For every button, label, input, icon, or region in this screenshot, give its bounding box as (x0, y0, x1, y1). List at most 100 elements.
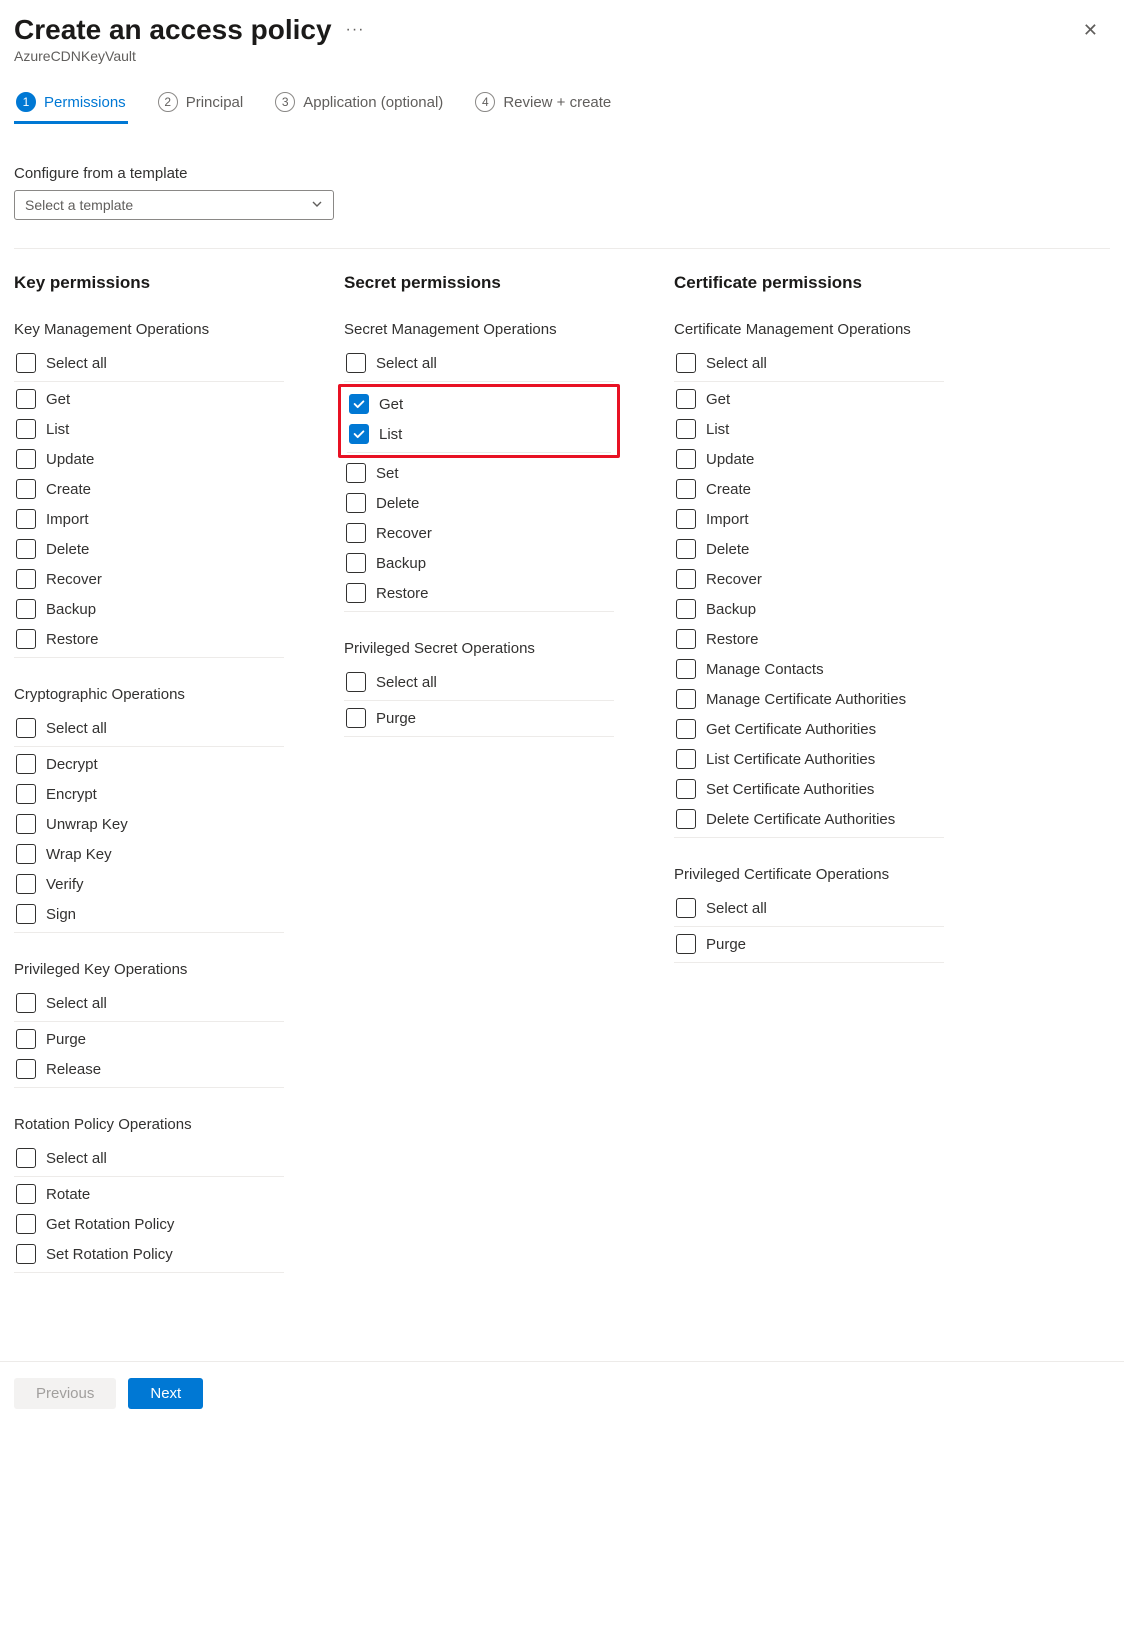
permission-set-rotation-policy[interactable]: Set Rotation Policy (14, 1239, 284, 1273)
checkbox-label: Delete (376, 495, 419, 512)
checkbox-label: Recover (46, 571, 102, 588)
template-select[interactable]: Select a template (14, 190, 334, 220)
permission-create[interactable]: Create (14, 474, 284, 504)
permission-recover[interactable]: Recover (674, 564, 944, 594)
permission-purge[interactable]: Purge (344, 703, 614, 737)
permission-get[interactable]: Get (674, 384, 944, 414)
select-all-checkbox[interactable]: Select all (14, 1143, 284, 1177)
select-all-checkbox[interactable]: Select all (344, 667, 614, 701)
checkbox-label: Select all (46, 355, 107, 372)
permission-get-certificate-authorities[interactable]: Get Certificate Authorities (674, 714, 944, 744)
permission-import[interactable]: Import (674, 504, 944, 534)
permission-decrypt[interactable]: Decrypt (14, 749, 284, 779)
checkbox-label: Get (46, 391, 70, 408)
annotation-highlight: GetList (338, 384, 620, 458)
permission-backup[interactable]: Backup (14, 594, 284, 624)
select-all-checkbox[interactable]: Select all (674, 348, 944, 382)
permission-recover[interactable]: Recover (344, 518, 614, 548)
checkbox-icon (676, 689, 696, 709)
checkbox-label: Decrypt (46, 756, 98, 773)
permission-release[interactable]: Release (14, 1054, 284, 1088)
permission-update[interactable]: Update (14, 444, 284, 474)
permission-restore[interactable]: Restore (344, 578, 614, 612)
tab-review-create[interactable]: 4Review + create (473, 84, 613, 124)
tab-permissions[interactable]: 1Permissions (14, 84, 128, 124)
permission-get-rotation-policy[interactable]: Get Rotation Policy (14, 1209, 284, 1239)
wizard-tabs: 1Permissions 2Principal 3Application (opti… (0, 66, 1124, 125)
permission-manage-certificate-authorities[interactable]: Manage Certificate Authorities (674, 684, 944, 714)
permission-list: PurgeRelease (14, 1024, 284, 1088)
permission-wrap-key[interactable]: Wrap Key (14, 839, 284, 869)
permission-encrypt[interactable]: Encrypt (14, 779, 284, 809)
permission-backup[interactable]: Backup (674, 594, 944, 624)
checkbox-icon (676, 599, 696, 619)
permission-set[interactable]: Set (344, 458, 614, 488)
checkbox-label: Get Certificate Authorities (706, 721, 876, 738)
checkbox-icon (16, 599, 36, 619)
permission-manage-contacts[interactable]: Manage Contacts (674, 654, 944, 684)
permission-delete[interactable]: Delete (14, 534, 284, 564)
permission-list-certificate-authorities[interactable]: List Certificate Authorities (674, 744, 944, 774)
checkbox-icon (676, 719, 696, 739)
page-title: Create an access policy (14, 14, 332, 46)
checkbox-label: Purge (376, 710, 416, 727)
checkbox-label: List (706, 421, 729, 438)
select-all-checkbox[interactable]: Select all (14, 348, 284, 382)
checkbox-label: Backup (46, 601, 96, 618)
permission-delete[interactable]: Delete (344, 488, 614, 518)
checkbox-icon (676, 539, 696, 559)
step-number: 1 (16, 92, 36, 112)
permission-import[interactable]: Import (14, 504, 284, 534)
permission-delete[interactable]: Delete (674, 534, 944, 564)
permission-delete-certificate-authorities[interactable]: Delete Certificate Authorities (674, 804, 944, 838)
permission-rotate[interactable]: Rotate (14, 1179, 284, 1209)
permission-create[interactable]: Create (674, 474, 944, 504)
group-title: Rotation Policy Operations (14, 1116, 284, 1133)
divider (14, 248, 1110, 249)
checkbox-icon (676, 419, 696, 439)
next-button[interactable]: Next (128, 1378, 203, 1409)
permission-sign[interactable]: Sign (14, 899, 284, 933)
permission-group: Privileged Secret OperationsSelect allPu… (344, 640, 614, 737)
select-all-checkbox[interactable]: Select all (14, 988, 284, 1022)
permission-group: Cryptographic OperationsSelect allDecryp… (14, 686, 284, 933)
select-all-checkbox[interactable]: Select all (674, 893, 944, 927)
checkbox-label: Recover (706, 571, 762, 588)
permission-set-certificate-authorities[interactable]: Set Certificate Authorities (674, 774, 944, 804)
permission-list[interactable]: List (14, 414, 284, 444)
select-all-checkbox[interactable]: Select all (14, 713, 284, 747)
checkbox-label: Unwrap Key (46, 816, 128, 833)
checkbox-icon (346, 463, 366, 483)
permission-list[interactable]: List (347, 419, 611, 453)
checkbox-icon (676, 479, 696, 499)
checkbox-label: Delete (706, 541, 749, 558)
checkbox-icon (676, 449, 696, 469)
permission-restore[interactable]: Restore (674, 624, 944, 654)
permission-group: Privileged Certificate OperationsSelect … (674, 866, 944, 963)
close-icon[interactable]: ✕ (1077, 14, 1104, 47)
more-options-icon[interactable]: ··· (346, 21, 365, 39)
permission-purge[interactable]: Purge (674, 929, 944, 963)
permission-list[interactable]: List (674, 414, 944, 444)
tab-application-optional-[interactable]: 3Application (optional) (273, 84, 445, 124)
permission-unwrap-key[interactable]: Unwrap Key (14, 809, 284, 839)
select-all-checkbox[interactable]: Select all (344, 348, 614, 382)
permission-list: Purge (674, 929, 944, 963)
permission-restore[interactable]: Restore (14, 624, 284, 658)
permission-get[interactable]: Get (347, 389, 611, 419)
permission-update[interactable]: Update (674, 444, 944, 474)
permission-verify[interactable]: Verify (14, 869, 284, 899)
permission-recover[interactable]: Recover (14, 564, 284, 594)
permission-backup[interactable]: Backup (344, 548, 614, 578)
permission-group: Certificate Management OperationsSelect … (674, 321, 944, 838)
permission-get[interactable]: Get (14, 384, 284, 414)
checkbox-icon (676, 569, 696, 589)
checkbox-icon (676, 934, 696, 954)
permission-purge[interactable]: Purge (14, 1024, 284, 1054)
permission-column: Key permissionsKey Management Operations… (14, 273, 284, 1301)
tab-label: Review + create (503, 94, 611, 111)
checkbox-icon (346, 353, 366, 373)
checkbox-icon (346, 583, 366, 603)
checkbox-icon (16, 1244, 36, 1264)
tab-principal[interactable]: 2Principal (156, 84, 246, 124)
